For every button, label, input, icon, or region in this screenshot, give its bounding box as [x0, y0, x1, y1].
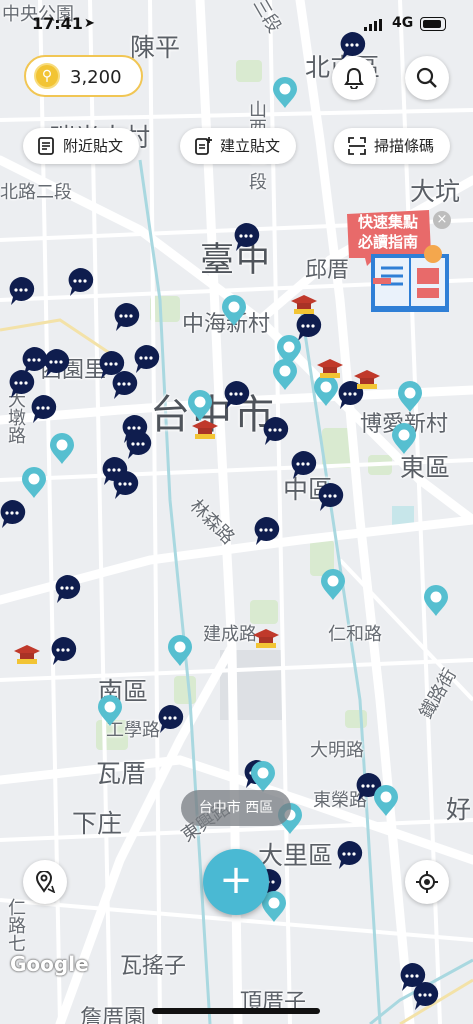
- nearby-posts-button[interactable]: 附近貼文: [23, 128, 139, 164]
- points-value: 3,200: [70, 67, 122, 88]
- post-marker: [263, 416, 289, 445]
- post-marker: [296, 312, 322, 341]
- quick-points-guide-promo[interactable]: 快速集點 必讀指南 ×: [345, 206, 457, 318]
- location-pin-icon: [98, 695, 122, 726]
- post-marker: [22, 346, 48, 375]
- post-marker: [0, 499, 26, 528]
- search-icon: [416, 67, 437, 88]
- post-marker: [337, 840, 363, 869]
- post-marker: [114, 302, 140, 331]
- post-marker: [291, 450, 317, 479]
- create-post-label: 建立貼文: [220, 137, 281, 155]
- promo-line2: 必讀指南: [357, 233, 418, 251]
- nearby-posts-label: 附近貼文: [63, 137, 124, 155]
- post-marker: [113, 470, 139, 499]
- list-icon: [38, 137, 54, 155]
- graduation-cap-icon: [192, 420, 218, 439]
- location-pin-icon: [374, 785, 398, 816]
- graduation-cap-icon: [354, 370, 380, 389]
- post-marker: [55, 574, 81, 603]
- location-pin-icon: [273, 359, 297, 390]
- post-marker: [158, 704, 184, 733]
- location-pin-icon: [188, 390, 212, 421]
- coin-icon: ⚲: [34, 63, 60, 89]
- my-location-button[interactable]: [405, 860, 449, 904]
- status-time: 17:41: [32, 14, 83, 33]
- notifications-button[interactable]: [332, 56, 376, 100]
- post-marker: [9, 276, 35, 305]
- location-pin-icon: [251, 761, 275, 792]
- location-pin-icon: [22, 467, 46, 498]
- bell-icon: [344, 67, 364, 89]
- post-marker: [126, 430, 152, 459]
- post-marker: [318, 482, 344, 511]
- post-marker: [413, 981, 439, 1010]
- location-arrow-icon: ➤: [84, 16, 95, 31]
- crosshair-icon: [416, 871, 438, 893]
- location-pin-icon: [50, 433, 74, 464]
- post-marker: [68, 267, 94, 296]
- home-indicator: [152, 1008, 320, 1014]
- region-chip: 台中市 西區: [181, 790, 291, 826]
- scan-icon: [348, 137, 366, 155]
- add-note-icon: [195, 137, 212, 155]
- promo-text: 快速集點 必讀指南: [348, 212, 428, 252]
- location-pin-icon: [424, 585, 448, 616]
- graduation-cap-icon: [253, 629, 279, 648]
- post-marker: [234, 222, 260, 251]
- post-marker: [254, 516, 280, 545]
- scan-barcode-label: 掃描條碼: [374, 137, 435, 155]
- location-pin-icon: [273, 77, 297, 108]
- signal-icon: [364, 19, 382, 31]
- location-filter-button[interactable]: [23, 860, 67, 904]
- post-marker: [9, 369, 35, 398]
- post-marker: [134, 344, 160, 373]
- location-pin-icon: [222, 295, 246, 326]
- graduation-cap-icon: [291, 295, 317, 314]
- google-attribution: Google: [10, 952, 89, 976]
- post-marker: [44, 348, 70, 377]
- search-button[interactable]: [405, 56, 449, 100]
- post-marker: [31, 394, 57, 423]
- promo-line1: 快速集點: [357, 213, 418, 231]
- add-post-fab[interactable]: +: [203, 849, 269, 915]
- create-post-button[interactable]: 建立貼文: [180, 128, 296, 164]
- post-marker: [224, 380, 250, 409]
- location-pin-icon: [35, 871, 56, 893]
- location-pin-icon: [321, 569, 345, 600]
- location-pin-icon: [168, 635, 192, 666]
- graduation-cap-icon: [14, 645, 40, 664]
- location-pin-icon: [314, 375, 338, 406]
- points-balance[interactable]: ⚲ 3,200: [24, 55, 143, 97]
- network-type: 4G: [392, 15, 414, 31]
- battery-icon: [420, 17, 446, 31]
- school-markers: [14, 295, 380, 664]
- status-bar: 17:41 ➤ 4G: [0, 0, 473, 46]
- close-icon[interactable]: ×: [433, 211, 451, 229]
- scan-barcode-button[interactable]: 掃描條碼: [334, 128, 450, 164]
- graduation-cap-icon: [317, 359, 343, 378]
- location-pin-icon: [398, 381, 422, 412]
- location-pin-icon: [392, 423, 416, 454]
- post-marker: [112, 370, 138, 399]
- post-marker: [51, 636, 77, 665]
